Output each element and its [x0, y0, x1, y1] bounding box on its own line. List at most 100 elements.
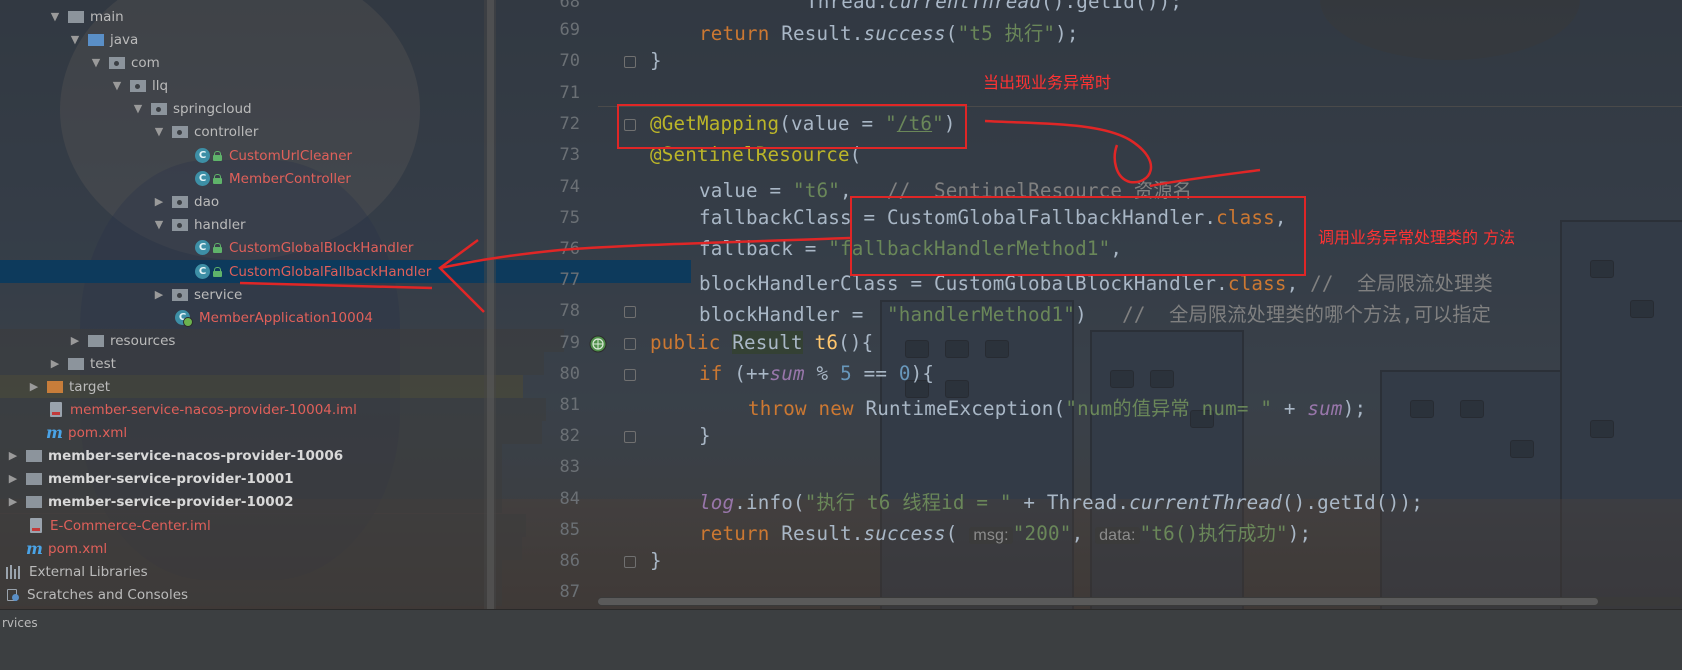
class-icon: C [195, 148, 210, 163]
package-icon [172, 288, 188, 301]
lock-icon [213, 266, 222, 277]
package-icon [109, 56, 125, 69]
tree-item-membercontroller[interactable]: C MemberController [0, 167, 691, 190]
line-number: 74 [559, 177, 580, 197]
tree-item-root-iml[interactable]: E-Commerce-Center.iml [0, 514, 526, 537]
annotation-note-handler: 调用业务异常处理类的 方法 [1318, 228, 1516, 247]
fold-marker[interactable] [624, 306, 636, 318]
resources-folder-icon [88, 334, 104, 347]
module-folder-icon [26, 472, 42, 485]
tree-item-springcloud[interactable]: ▼ springcloud [0, 97, 627, 120]
maven-icon: m [46, 423, 63, 442]
tree-item-java[interactable]: ▼ java [0, 28, 564, 51]
excluded-folder-icon [47, 380, 63, 393]
fold-marker[interactable] [624, 56, 636, 68]
iml-file-icon [30, 518, 42, 533]
fold-marker[interactable] [624, 556, 636, 568]
library-icon [6, 564, 22, 579]
line-number: 73 [559, 145, 580, 165]
line-number: 71 [559, 83, 580, 103]
line-number: 86 [559, 551, 580, 571]
chevron-down-icon[interactable]: ▼ [48, 10, 62, 24]
tree-item-provider-10002[interactable]: ▶ member-service-provider-10002 [0, 490, 502, 513]
folder-icon [68, 357, 84, 370]
tree-item-customglobalblockhandler[interactable]: C CustomGlobalBlockHandler [0, 236, 691, 259]
fold-marker[interactable] [624, 338, 636, 350]
tree-item-root-pom[interactable]: m pom.xml [0, 537, 522, 560]
line-number: 84 [559, 489, 580, 509]
chevron-right-icon[interactable]: ▶ [68, 334, 82, 348]
tree-item-test[interactable]: ▶ test [0, 352, 544, 375]
line-number: 72 [559, 114, 580, 134]
chevron-down-icon[interactable]: ▼ [110, 79, 124, 93]
line-number: 87 [559, 582, 580, 602]
iml-file-icon [50, 402, 62, 417]
chevron-right-icon[interactable]: ▶ [48, 357, 62, 371]
project-tree: ▼ main ▼ java ▼ com ▼ llq ▼ springcloud … [0, 0, 691, 669]
code-line-82: } [699, 424, 711, 447]
chevron-right-icon[interactable]: ▶ [152, 195, 166, 209]
tree-item-module-pom[interactable]: m pom.xml [0, 421, 542, 444]
line-number: 81 [559, 395, 580, 415]
code-line-79: public Result t6(){ [650, 331, 874, 354]
line-number: 79 [559, 333, 580, 353]
fold-marker[interactable] [624, 431, 636, 443]
line-number: 75 [559, 208, 580, 228]
package-icon [172, 125, 188, 138]
maven-icon: m [26, 539, 43, 558]
status-bar: rvices [0, 609, 1682, 670]
chevron-right-icon[interactable]: ▶ [6, 495, 20, 509]
class-icon: C [195, 264, 210, 279]
code-line-78: blockHandler = "handlerMethod1") // 全局限流… [699, 303, 1492, 326]
tree-item-target[interactable]: ▶ target [0, 375, 523, 398]
spring-app-icon [175, 309, 193, 327]
code-line-81: throw new RuntimeException("num的值异常 num=… [748, 397, 1367, 420]
module-folder-icon [26, 449, 42, 462]
param-hint-data: data: [1095, 527, 1140, 544]
code-editor[interactable]: Thread.currentThread().getId()); return … [650, 0, 1682, 609]
chevron-down-icon[interactable]: ▼ [152, 218, 166, 232]
code-line-84: log.info("执行 t6 线程id = " + Thread.curren… [699, 491, 1423, 514]
lock-icon [213, 242, 222, 253]
tree-item-com[interactable]: ▼ com [0, 51, 585, 74]
chevron-right-icon[interactable]: ▶ [6, 472, 20, 486]
chevron-right-icon[interactable]: ▶ [6, 449, 20, 463]
tree-item-external-libraries[interactable]: External Libraries [0, 560, 502, 583]
tree-item-module-iml[interactable]: member-service-nacos-provider-10004.iml [0, 398, 546, 421]
line-number: 80 [559, 364, 580, 384]
tree-item-customurlcleaner[interactable]: C CustomUrlCleaner [0, 144, 691, 167]
class-icon: C [195, 240, 210, 255]
source-folder-icon [88, 33, 104, 46]
class-icon: C [195, 171, 210, 186]
tree-item-customglobalfallbackhandler[interactable]: C CustomGlobalFallbackHandler [0, 260, 691, 283]
tree-item-main[interactable]: ▼ main [0, 5, 544, 28]
package-icon [172, 195, 188, 208]
lock-icon [213, 150, 222, 161]
code-line-68: Thread.currentThread().getId()); [806, 0, 1183, 13]
tree-item-scratches[interactable]: Scratches and Consoles [0, 583, 502, 606]
chevron-down-icon[interactable]: ▼ [131, 102, 145, 116]
fold-marker[interactable] [624, 369, 636, 381]
code-line-85: return Result.success( msg: "200", data: "… [699, 522, 1312, 545]
chevron-down-icon[interactable]: ▼ [152, 125, 166, 139]
panel-splitter[interactable] [484, 0, 496, 609]
folder-icon [68, 10, 84, 23]
chevron-right-icon[interactable]: ▶ [152, 288, 166, 302]
annotation-box-getmapping [617, 104, 967, 149]
endpoint-globe-icon[interactable] [589, 335, 607, 353]
code-line-70: } [650, 49, 662, 72]
line-number: 77 [559, 270, 580, 290]
horizontal-scrollbar[interactable] [598, 597, 1682, 606]
param-hint-msg: msg: [969, 527, 1013, 544]
chevron-down-icon[interactable]: ▼ [89, 56, 103, 70]
tree-item-resources[interactable]: ▶ resources [0, 329, 564, 352]
line-number: 69 [559, 20, 580, 40]
annotation-note-exception: 当出现业务异常时 [983, 73, 1112, 92]
tree-item-nacos-provider-10006[interactable]: ▶ member-service-nacos-provider-10006 [0, 444, 502, 467]
line-number: 78 [559, 301, 580, 321]
chevron-down-icon[interactable]: ▼ [68, 33, 82, 47]
package-icon [172, 218, 188, 231]
tree-item-provider-10001[interactable]: ▶ member-service-provider-10001 [0, 467, 502, 490]
chevron-right-icon[interactable]: ▶ [27, 380, 41, 394]
tree-item-llq[interactable]: ▼ llq [0, 74, 606, 97]
